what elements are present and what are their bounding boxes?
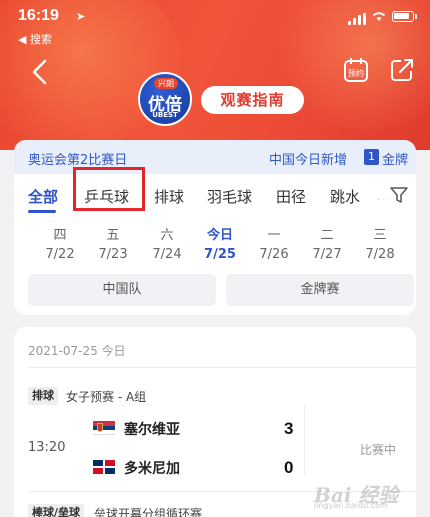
date-picker-day[interactable]: 四 7/22	[38, 226, 82, 264]
weekday-label: 四	[53, 228, 67, 243]
team1-score: 3	[284, 419, 294, 438]
team2-score: 0	[284, 458, 294, 477]
logo-sub-text: UBEST	[152, 111, 178, 119]
serbia-flag-icon	[93, 421, 115, 435]
match-time: 13:20	[28, 440, 66, 455]
wifi-icon	[371, 10, 387, 26]
date-label: 7/24	[152, 247, 182, 262]
status-time: 16:19	[18, 7, 59, 24]
china-team-filter-button[interactable]: 中国队	[28, 274, 216, 306]
match-status: 比赛中	[360, 443, 397, 457]
battery-icon	[392, 11, 414, 22]
schedule-card: 奥运会第2比赛日 中国今日新增 1 金牌 › 全部 乒乓球 排球 羽毛球 田径 …	[14, 140, 416, 315]
date-label: 7/25	[204, 247, 236, 262]
team2-name: 多米尼加	[124, 461, 180, 477]
divider-vertical	[304, 405, 305, 475]
divider	[28, 367, 416, 368]
weekday-label: 五	[106, 228, 120, 243]
active-tab-indicator	[28, 210, 56, 213]
status-bar: 16:19 ➤ ◀ 搜索	[0, 0, 430, 46]
logo-top-text: 兴朗	[154, 78, 178, 89]
weekday-label: 三	[373, 228, 387, 243]
date-label: 7/22	[45, 247, 75, 262]
weekday-label: 六	[160, 228, 174, 243]
tab-all[interactable]: 全部	[28, 186, 58, 207]
viewing-guide-title: 观赛指南	[201, 86, 304, 114]
match-group: 女子预赛 - A组	[66, 390, 147, 404]
date-label: 7/28	[365, 247, 395, 262]
date-picker-day[interactable]: 一 7/26	[252, 226, 296, 264]
date-picker-day[interactable]: 六 7/24	[145, 226, 189, 264]
date-label: 7/27	[312, 247, 342, 262]
filter-icon[interactable]	[389, 185, 409, 205]
share-icon[interactable]	[388, 56, 416, 84]
date-picker-day[interactable]: 五 7/23	[91, 226, 135, 264]
tab-diving[interactable]: 跳水	[330, 186, 360, 207]
dominican-flag-icon	[93, 460, 115, 474]
gold-medal-filter-button[interactable]: 金牌赛	[226, 274, 414, 306]
date-picker-day[interactable]: 三 7/28	[358, 226, 402, 264]
competition-day-title: 奥运会第2比赛日	[28, 153, 128, 168]
date-picker-day-today[interactable]: 今日 7/25	[198, 226, 242, 264]
back-to-app-link[interactable]: ◀ 搜索	[18, 31, 52, 47]
weekday-label: 二	[320, 228, 334, 243]
battery-tip	[415, 14, 417, 19]
signal-icon	[348, 13, 366, 25]
back-icon[interactable]	[28, 58, 52, 86]
date-label: 7/26	[259, 247, 289, 262]
tab-scroll-fade	[369, 180, 389, 210]
hero-header: 16:19 ➤ ◀ 搜索 预约 兴朗 优倍 UBEST 观赛指南	[0, 0, 430, 150]
reservation-calendar-icon[interactable]: 预约	[342, 56, 370, 84]
weekday-label: 今日	[206, 228, 233, 243]
today-medal-label: 中国今日新增	[269, 153, 348, 168]
sport-tag: 排球	[28, 387, 58, 405]
schedule-date: 2021-07-25 今日	[28, 344, 126, 358]
chevron-right-icon: ›	[404, 148, 410, 163]
date-label: 7/23	[98, 247, 128, 262]
watermark-url: jingyan.baidu.com	[314, 501, 388, 510]
svg-text:预约: 预约	[348, 68, 364, 78]
tab-athletics[interactable]: 田径	[276, 186, 306, 207]
annotation-highlight-box	[73, 167, 145, 211]
brand-logo: 兴朗 优倍 UBEST	[138, 72, 192, 126]
location-arrow-icon: ➤	[76, 10, 86, 23]
sport-tag: 棒球/垒球	[28, 504, 85, 517]
tab-badminton[interactable]: 羽毛球	[207, 186, 252, 207]
gold-count-badge: 1	[364, 149, 379, 165]
date-picker-day[interactable]: 二 7/27	[305, 226, 349, 264]
team1-name: 塞尔维亚	[124, 422, 180, 438]
weekday-label: 一	[267, 228, 281, 243]
next-match-title: 垒球开幕分组循环赛	[94, 507, 203, 517]
tab-volleyball[interactable]: 排球	[154, 186, 184, 207]
